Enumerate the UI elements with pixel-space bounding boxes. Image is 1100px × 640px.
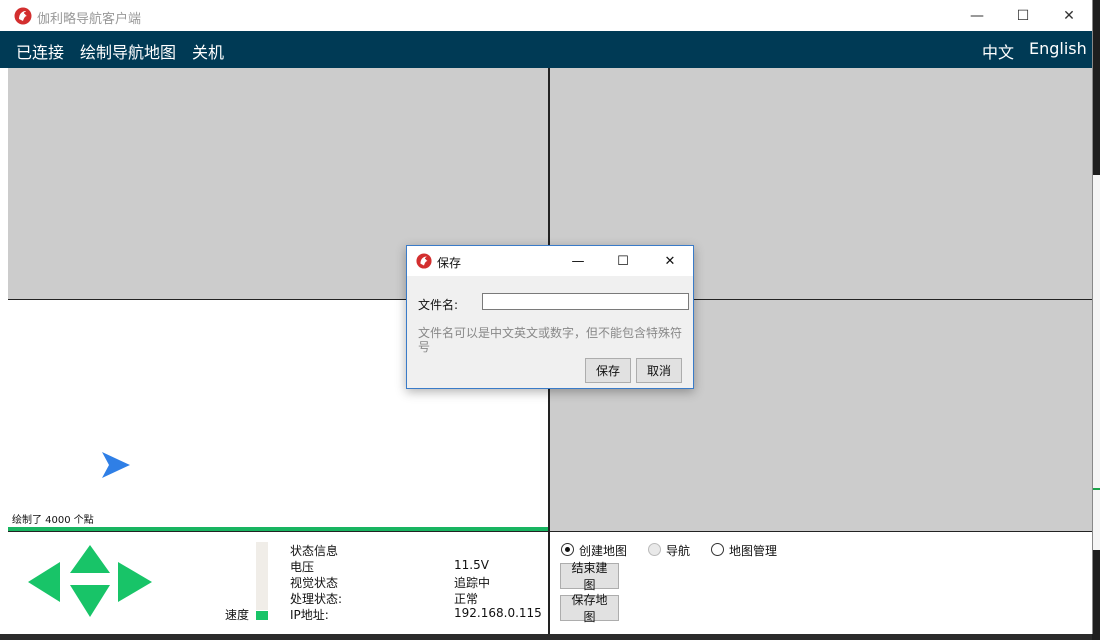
background-panel — [1092, 175, 1100, 550]
minimize-icon: — — [970, 7, 984, 24]
dialog-save-button[interactable]: 保存 — [585, 358, 631, 383]
end-build-map-button[interactable]: 结束建图 — [560, 561, 619, 592]
radio-label: 地图管理 — [729, 544, 778, 558]
arrow-down-icon[interactable] — [70, 585, 110, 617]
dialog-title-bar: 保存 — ☐ ✕ — [407, 246, 693, 276]
app-title: 伽利略导航客户端 — [37, 12, 142, 27]
status-value: 192.168.0.115 — [454, 606, 542, 620]
mode-panel — [550, 532, 1092, 632]
radio-navigation[interactable] — [648, 543, 661, 556]
menu-connected[interactable]: 已连接 — [16, 39, 64, 63]
status-value: 正常 — [454, 592, 479, 606]
maximize-icon: ☐ — [617, 253, 629, 269]
speed-slider[interactable] — [256, 542, 268, 610]
close-button[interactable]: ✕ — [1046, 0, 1092, 31]
menu-draw-map[interactable]: 绘制导航地图 — [80, 39, 176, 63]
status-label: IP地址: — [290, 608, 329, 622]
close-icon: ✕ — [664, 253, 676, 269]
drawing-progress-bar — [8, 527, 548, 531]
save-map-button[interactable]: 保存地图 — [560, 593, 619, 624]
minimize-icon: — — [571, 253, 585, 269]
status-value: 追踪中 — [454, 576, 491, 590]
menu-lang-zh[interactable]: 中文 — [982, 39, 1014, 63]
arrow-up-icon[interactable] — [70, 545, 110, 573]
filename-hint: 文件名可以是中文英文或数字，但不能包含特殊符号 — [418, 326, 683, 354]
speed-label: 速度 — [225, 608, 250, 622]
radio-label: 创建地图 — [579, 544, 628, 558]
save-dialog: 保存 — ☐ ✕ 文件名: 文件名可以是中文英文或数字，但不能包含特殊符号 保存… — [406, 245, 694, 389]
filename-input[interactable] — [482, 293, 689, 310]
background-window-fragment — [1092, 0, 1100, 640]
app-logo-icon — [416, 253, 432, 269]
dialog-minimize-button[interactable]: — — [558, 246, 598, 276]
maximize-button[interactable]: ☐ — [1000, 0, 1046, 31]
dialog-cancel-button[interactable]: 取消 — [636, 358, 682, 383]
dialog-title: 保存 — [437, 256, 462, 270]
radio-map-management[interactable] — [711, 543, 724, 556]
status-label: 视觉状态 — [290, 576, 339, 590]
radio-create-map[interactable] — [561, 543, 574, 556]
status-heading: 状态信息 — [290, 544, 339, 558]
status-label: 处理状态: — [290, 592, 343, 606]
radio-label: 导航 — [666, 544, 691, 558]
drawing-progress-fill — [8, 527, 548, 531]
minimize-button[interactable]: — — [954, 0, 1000, 31]
maximize-icon: ☐ — [1016, 7, 1030, 24]
menu-shutdown[interactable]: 关机 — [192, 39, 224, 63]
filename-label: 文件名: — [418, 298, 459, 312]
direction-pad — [28, 545, 152, 617]
arrow-left-icon[interactable] — [28, 562, 60, 602]
status-value: 11.5V — [454, 558, 489, 572]
close-icon: ✕ — [1063, 7, 1075, 24]
robot-position-icon — [102, 452, 130, 478]
dialog-maximize-button[interactable]: ☐ — [603, 246, 643, 276]
points-count-text: 绘制了 4000 个點 — [12, 515, 94, 526]
arrow-right-icon[interactable] — [118, 562, 152, 602]
dialog-close-button[interactable]: ✕ — [650, 246, 690, 276]
app-window: 伽利略导航客户端 — ☐ ✕ 已连接 绘制导航地图 关机 中文 English … — [0, 0, 1093, 634]
title-bar: 伽利略导航客户端 — ☐ ✕ — [0, 0, 1092, 31]
background-line — [1092, 488, 1100, 490]
menu-bar: 已连接 绘制导航地图 关机 中文 English — [0, 31, 1092, 68]
status-label: 电压 — [290, 560, 315, 574]
app-logo-icon — [14, 7, 32, 25]
menu-lang-en[interactable]: English — [1029, 39, 1087, 58]
speed-slider-fill — [256, 611, 268, 620]
